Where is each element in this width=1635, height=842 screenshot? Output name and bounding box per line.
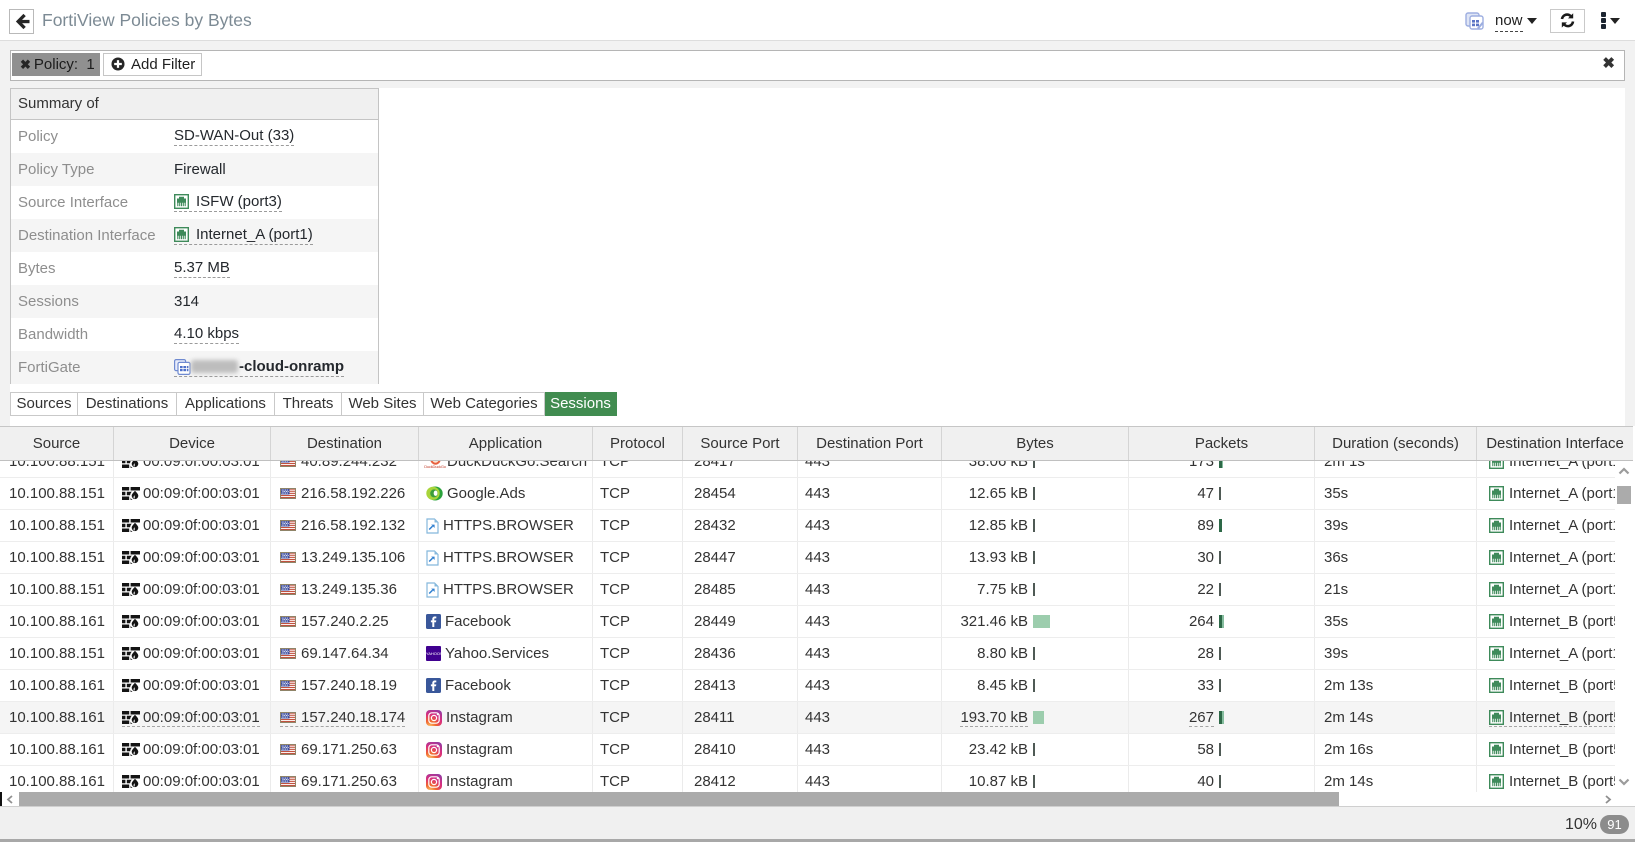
- svg-text:YAHOO!: YAHOO!: [426, 651, 441, 656]
